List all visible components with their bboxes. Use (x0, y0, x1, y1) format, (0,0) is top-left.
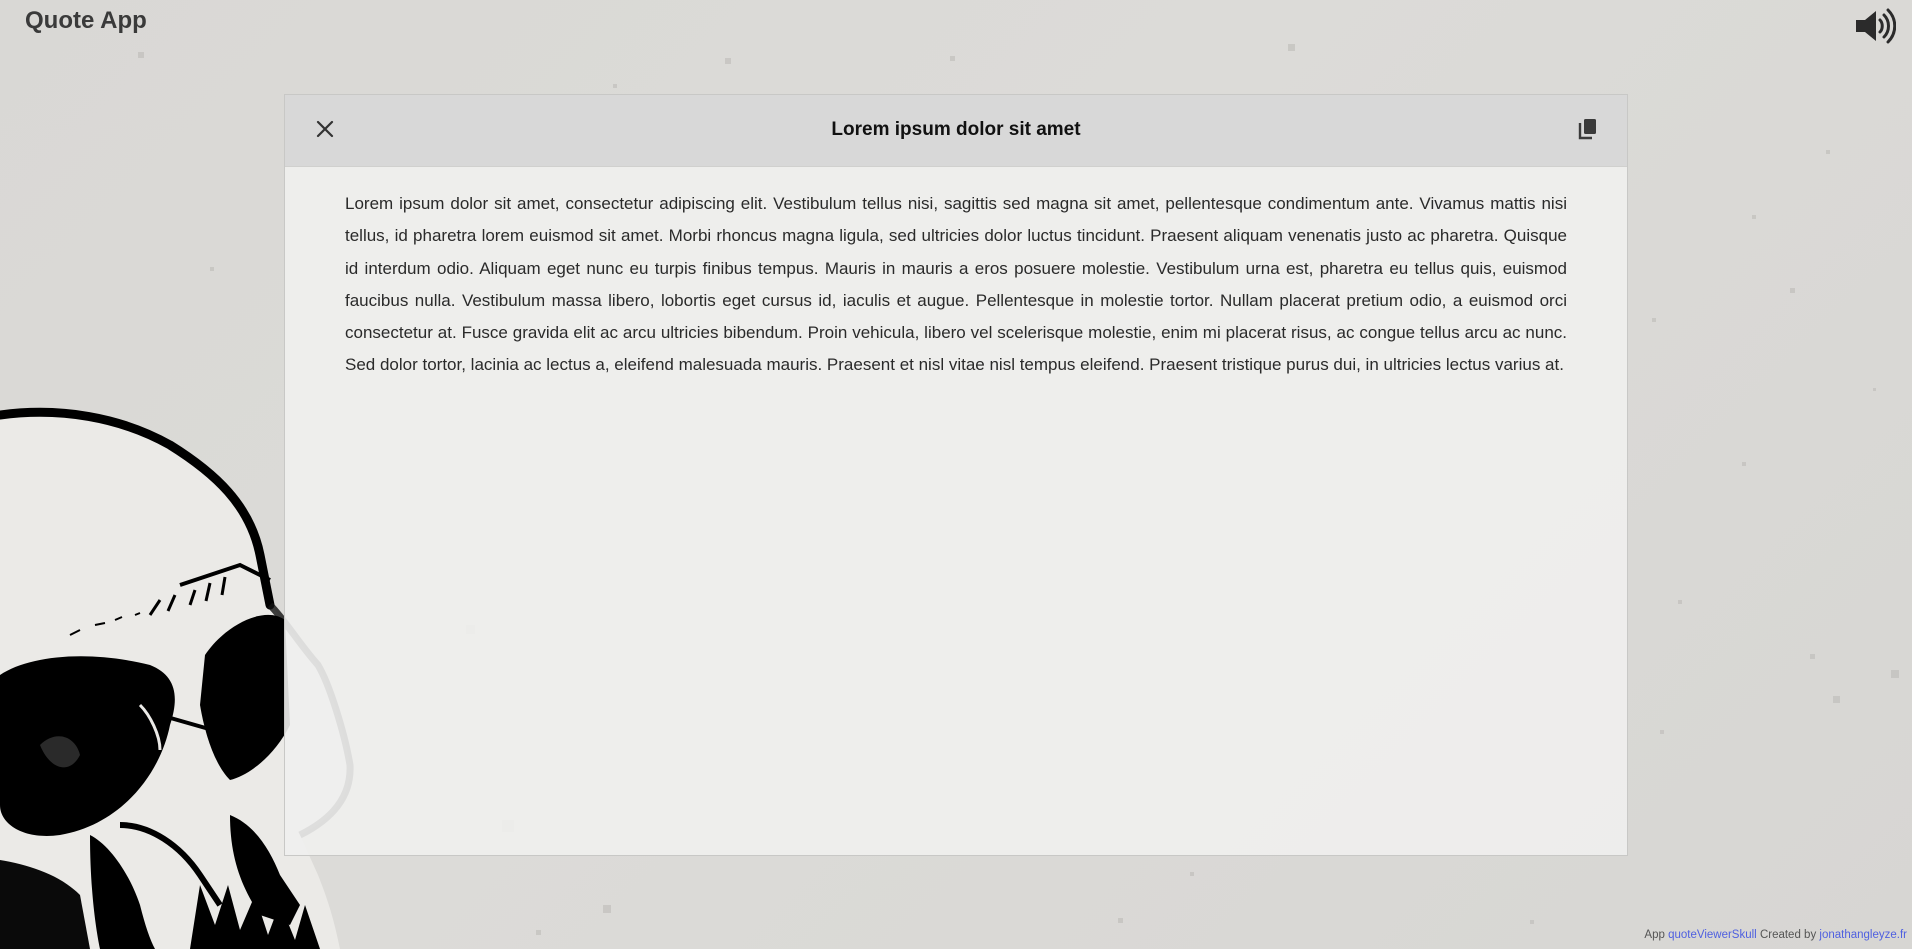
app-link[interactable]: quoteViewerSkull (1668, 929, 1757, 941)
footer-prefix: App (1644, 929, 1665, 941)
sound-toggle-button[interactable] (1854, 8, 1896, 44)
quote-text: Lorem ipsum dolor sit amet, consectetur … (345, 194, 1567, 375)
footer: App quoteViewerSkull Created by jonathan… (1644, 929, 1907, 941)
copy-icon (1578, 119, 1596, 140)
author-link[interactable]: jonathangleyze.fr (1819, 929, 1907, 941)
modal-header: Lorem ipsum dolor sit amet (285, 95, 1627, 167)
app-title: Quote App (25, 7, 147, 34)
volume-up-icon (1856, 8, 1896, 44)
quote-modal: Lorem ipsum dolor sit amet Lorem ipsum d… (284, 94, 1628, 856)
modal-title: Lorem ipsum dolor sit amet (831, 119, 1081, 140)
copy-button[interactable] (1575, 115, 1601, 143)
footer-created-by: Created by (1759, 929, 1817, 941)
